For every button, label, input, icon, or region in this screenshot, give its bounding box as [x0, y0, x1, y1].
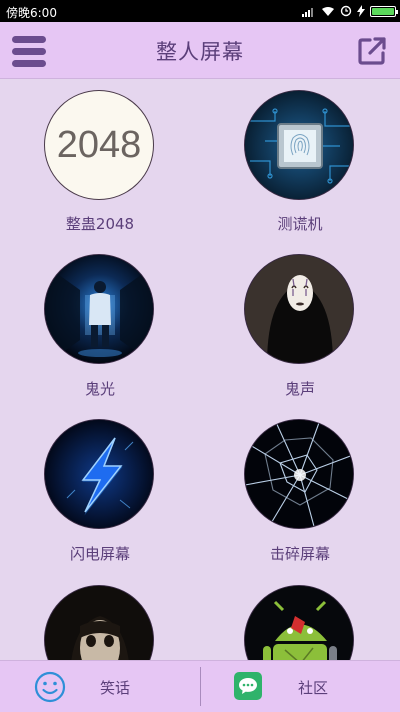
shatter-thumbnail: [244, 419, 354, 529]
ghost-face-thumbnail: [44, 585, 154, 660]
grid-item-label: 测谎机: [277, 215, 323, 233]
lightning-thumbnail: [44, 419, 154, 529]
smiley-face-icon: [34, 671, 66, 703]
grid-item-label: 整蛊2048: [65, 215, 135, 233]
tab-jokes[interactable]: 笑话: [0, 661, 199, 712]
2048-tile-text: 2048: [56, 124, 142, 166]
grid-item-label: 鬼声: [284, 380, 315, 398]
wifi-icon: [322, 6, 334, 16]
grid-item-label: 击碎屏幕: [269, 545, 330, 563]
no-face-mask-image: [245, 255, 353, 363]
broken-android-thumbnail: [244, 585, 354, 660]
broken-android-robot-image: [245, 586, 353, 660]
alarm-icon: [340, 5, 352, 17]
grid-item-label: 闪电屏幕: [69, 545, 130, 563]
grid-item-lightning-screen[interactable]: 闪电屏幕: [0, 409, 200, 569]
fingerprint-scanner-thumbnail: [244, 90, 354, 200]
tab-label-community: 社区: [298, 679, 329, 697]
blue-lightning-bolt-image: [45, 420, 153, 528]
grid-item-ghost-voice[interactable]: 鬼声: [200, 244, 400, 404]
battery-fill: [372, 7, 394, 15]
status-bar: 傍晚6:00: [0, 0, 400, 22]
shattered-glass-image: [245, 420, 353, 528]
external-link-icon: [358, 37, 386, 65]
grid-item-lie-detector[interactable]: 测谎机: [200, 79, 400, 239]
prank-grid: 2048 整蛊2048 测谎机 鬼光 鬼声 闪电屏幕 击碎屏幕: [0, 79, 400, 660]
tab-label-jokes: 笑话: [100, 679, 131, 697]
signal-icon: [302, 7, 313, 17]
share-button[interactable]: [356, 35, 388, 67]
page-title: 整人屏幕: [156, 40, 244, 64]
ghost-light-thumbnail: [44, 254, 154, 364]
2048-thumbnail: 2048: [44, 90, 154, 200]
bottom-nav: 笑话 社区: [0, 660, 400, 712]
status-time: 傍晚6:00: [6, 6, 57, 20]
ghost-face-image: [45, 586, 153, 660]
tab-community[interactable]: 社区: [201, 661, 400, 712]
battery-icon: [370, 5, 398, 17]
ghost-voice-thumbnail: [244, 254, 354, 364]
grid-item-broken-android[interactable]: [200, 574, 400, 660]
charging-icon: [357, 5, 365, 17]
grid-item-label: 鬼光: [84, 380, 115, 398]
app-header: 整人屏幕: [0, 22, 400, 79]
grid-item-shatter-screen[interactable]: 击碎屏幕: [200, 409, 400, 569]
chat-bubble-icon: [234, 672, 262, 700]
grid-item-ghost-face[interactable]: [0, 574, 200, 660]
grid-item-ghost-light[interactable]: 鬼光: [0, 244, 200, 404]
dark-corridor-figure-image: [45, 255, 153, 363]
fingerprint-scanner-icon: [245, 91, 353, 199]
grid-item-2048[interactable]: 2048 整蛊2048: [0, 79, 200, 239]
